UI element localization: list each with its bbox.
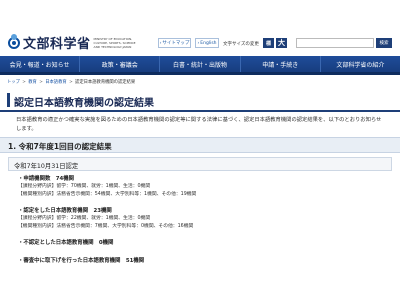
nav-item-applications[interactable]: 申請・手続き (241, 56, 321, 72)
breadcrumb-separator: > (69, 80, 73, 85)
sub-heading: 令和7年10月31日認定 (8, 157, 392, 171)
breadcrumb-item-education[interactable]: 教育 (28, 80, 37, 85)
result-line: 【課程分野内訳】留学：70機関、就労：1機関、生活：0機関 (18, 184, 151, 189)
chevron-right-icon: › (197, 40, 200, 46)
global-nav: 会見・報道・お知らせ 政策・審議会 白書・統計・出版物 申請・手続き 文部科学省… (0, 56, 400, 72)
sub-heading-text: 令和7年10月31日認定 (14, 163, 79, 170)
nav-underline (0, 72, 400, 75)
result-line: 【機関種別内訳】法務省告示機関：7機関、大学別科等：0機関、その他：16機関 (18, 223, 194, 229)
nav-item-news[interactable]: 会見・報道・お知らせ (0, 56, 81, 72)
section-heading-text: 1. 令和7年度1回目の認定結果 (8, 142, 112, 151)
breadcrumb-item-japanese-education[interactable]: 日本語教育 (45, 80, 66, 85)
result-line: 【機関種別内訳】法務省告示機関：54機関、大学別科等：1機関、その他：19機関 (18, 191, 197, 197)
page-title-area: 認定日本語教育機関の認定結果 (0, 88, 400, 112)
result-block-withdrawn: ・審査中に取下げを行った日本語教育機関 51機関 (18, 257, 388, 265)
logo-text: 文部科学省 (23, 37, 91, 52)
result-title: ・認定をした日本語教育機関 23機関 (18, 208, 112, 214)
site-header: 文部科学省 MINISTRY OF EDUCATION, CULTURE, SP… (0, 0, 400, 56)
breadcrumb-item-current: 認定日本語教育機関の認定結果 (75, 80, 136, 85)
intro-text: 日本語教育の適正かつ確実な実施を図るための日本語教育機関の認定等に関する法律に基… (16, 117, 382, 132)
nav-item-about[interactable]: 文部科学省の紹介 (321, 56, 400, 72)
breadcrumb-separator: > (22, 80, 26, 85)
title-accent-bar (7, 93, 10, 107)
breadcrumb: トップ > 教育 > 日本語教育 > 認定日本語教育機関の認定結果 (7, 79, 135, 85)
logo-english-text: MINISTRY OF EDUCATION, CULTURE, SPORTS, … (93, 36, 136, 49)
page-title: 認定日本語教育機関の認定結果 (14, 98, 154, 109)
breadcrumb-item-top[interactable]: トップ (7, 80, 20, 85)
site-logo[interactable]: 文部科学省 MINISTRY OF EDUCATION, CULTURE, SP… (8, 33, 138, 52)
english-label: English (200, 40, 217, 46)
breadcrumb-separator: > (39, 80, 43, 85)
font-size-label: 文字サイズの変更 (223, 42, 259, 47)
font-size-large-button[interactable]: 大 (276, 38, 287, 48)
result-block-applications: ・申請機関数 74機関 【課程分野内訳】留学：70機関、就労：1機関、生活：0機… (18, 175, 388, 198)
section-heading: 1. 令和7年度1回目の認定結果 (0, 137, 400, 153)
sitemap-label: サイトマップ (162, 41, 190, 46)
search-input[interactable] (296, 38, 374, 48)
english-link[interactable]: › English (195, 38, 219, 48)
nav-item-policy[interactable]: 政策・審議会 (80, 56, 161, 72)
result-title: ・審査中に取下げを行った日本語教育機関 51機関 (18, 258, 145, 264)
result-block-not-certified: ・不認定とした日本語教育機関 0機関 (18, 239, 388, 247)
logo-emblem-icon (8, 34, 21, 50)
result-title: ・申請機関数 74機関 (18, 176, 75, 182)
sitemap-link[interactable]: › サイトマップ (158, 38, 191, 48)
result-line: 【課程分野内訳】留学：22機関、就労：1機関、生活：0機関 (18, 216, 151, 221)
nav-item-publications[interactable]: 白書・統計・出版物 (160, 56, 241, 72)
font-size-standard-button[interactable]: 標 (263, 38, 274, 48)
search-button[interactable]: 検索 (376, 38, 392, 48)
chevron-right-icon: › (159, 40, 162, 46)
result-title: ・不認定とした日本語教育機関 0機関 (18, 240, 114, 246)
result-block-certified: ・認定をした日本語教育機関 23機関 【課程分野内訳】留学：22機関、就労：1機… (18, 207, 388, 230)
